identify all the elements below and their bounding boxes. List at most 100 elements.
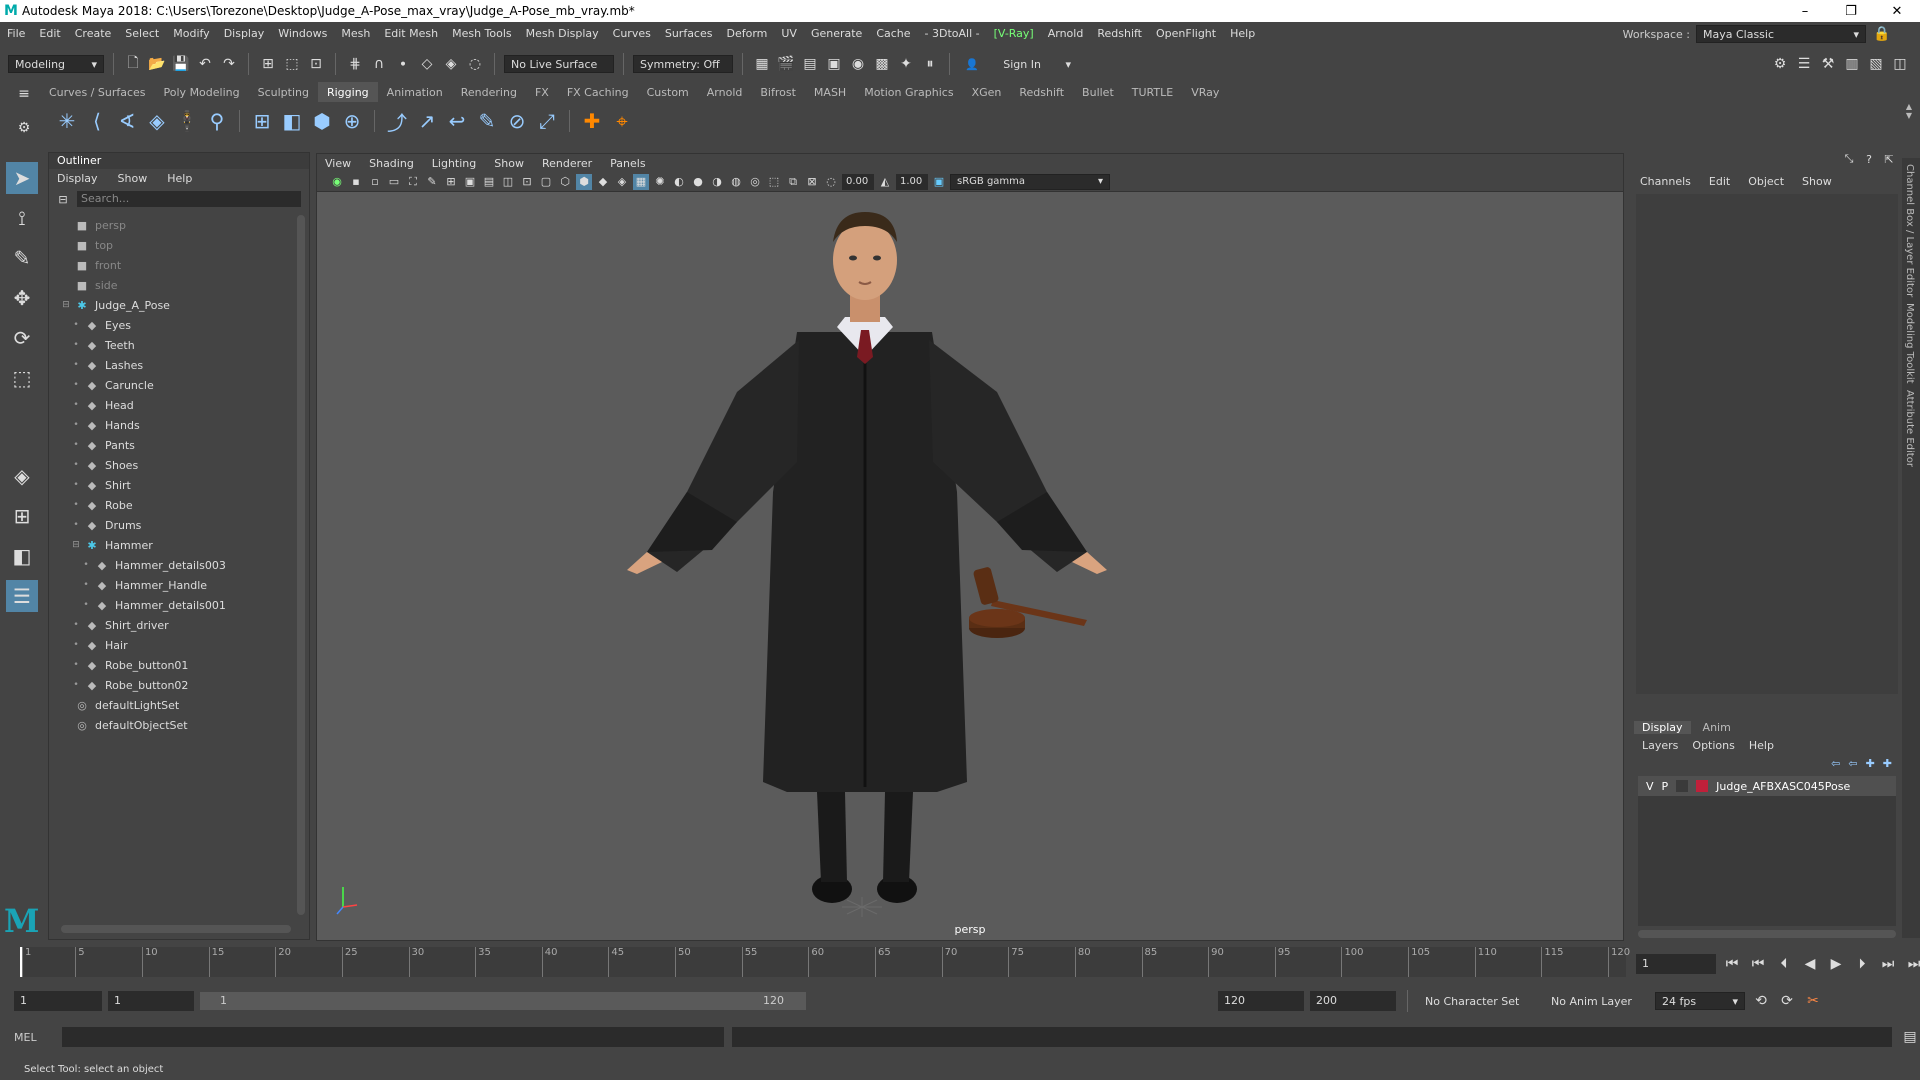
curve-tool-icon[interactable]: ↩: [444, 108, 470, 134]
expand-icon[interactable]: •: [71, 500, 81, 510]
layer-horizontal-scrollbar[interactable]: [1638, 930, 1896, 938]
ik-spline-icon[interactable]: ∢: [114, 108, 140, 134]
outliner-item-robe-button01[interactable]: • ◆ Robe_button01: [49, 655, 294, 675]
motion-blur-icon[interactable]: ◑: [709, 174, 725, 190]
isolate-select-icon[interactable]: ⬚: [766, 174, 782, 190]
menu-edit-mesh[interactable]: Edit Mesh: [377, 27, 445, 40]
undo-icon[interactable]: ↶: [195, 54, 215, 74]
tab-bifrost[interactable]: Bifrost: [751, 86, 805, 99]
step-forward-key-icon[interactable]: ⏭: [1878, 954, 1898, 974]
outliner-item-robe-button02[interactable]: • ◆ Robe_button02: [49, 675, 294, 695]
select-component-icon[interactable]: ⊡: [306, 54, 326, 74]
snap-surface-icon[interactable]: ◈: [441, 54, 461, 74]
field-chart-icon[interactable]: ⊡: [519, 174, 535, 190]
close-icon[interactable]: ✕: [1874, 0, 1920, 22]
tab-arnold[interactable]: Arnold: [698, 86, 752, 99]
viewport-menu-shading[interactable]: Shading: [369, 157, 414, 170]
anti-aliasing-icon[interactable]: ◍: [728, 174, 744, 190]
go-to-start-icon[interactable]: ⏮: [1722, 954, 1742, 974]
expand-icon[interactable]: •: [71, 640, 81, 650]
outliner-vertical-scrollbar[interactable]: [297, 215, 305, 915]
grease-pencil-icon[interactable]: ✎: [424, 174, 440, 190]
film-gate-icon[interactable]: ▣: [462, 174, 478, 190]
tab-turtle[interactable]: TURTLE: [1123, 86, 1182, 99]
menu-v-ray[interactable]: [V-Ray]: [987, 27, 1041, 40]
gate-mask-icon[interactable]: ◫: [500, 174, 516, 190]
viewport-panel[interactable]: View Shading Lighting Show Renderer Panels ◉ …: [316, 153, 1624, 941]
animation-prefs-icon[interactable]: ✂: [1803, 991, 1823, 1011]
xray-joints-icon[interactable]: ⊠: [804, 174, 820, 190]
gamma-icon[interactable]: ◭: [877, 174, 893, 190]
wireframe-on-shaded-icon[interactable]: ◈: [614, 174, 630, 190]
humanik-icon[interactable]: 🕴: [174, 108, 200, 134]
outliner-item-judge-a-pose[interactable]: ⊟ ✱ Judge_A_Pose: [49, 295, 294, 315]
outliner-item-eyes[interactable]: • ◆ Eyes: [49, 315, 294, 335]
menu-arnold[interactable]: Arnold: [1041, 27, 1091, 40]
tab-curves-surfaces[interactable]: Curves / Surfaces: [40, 86, 155, 99]
outliner-menu-help[interactable]: Help: [167, 172, 192, 185]
menu-select[interactable]: Select: [118, 27, 166, 40]
viewport-menu-lighting[interactable]: Lighting: [432, 157, 476, 170]
outliner-item-teeth[interactable]: • ◆ Teeth: [49, 335, 294, 355]
select-tool-icon[interactable]: ➤: [6, 162, 38, 194]
exposure-icon[interactable]: ◌: [823, 174, 839, 190]
outliner-item-front[interactable]: ■ front: [49, 255, 294, 275]
ipr-render-icon[interactable]: ▤: [800, 54, 820, 74]
safe-action-icon[interactable]: ▢: [538, 174, 554, 190]
four-view-icon[interactable]: ⊞: [6, 500, 38, 532]
attribute-editor-icon[interactable]: ☰: [1794, 54, 1814, 74]
expand-icon[interactable]: •: [71, 340, 81, 350]
lock-icon[interactable]: 🔒: [1872, 24, 1892, 44]
layers-icon[interactable]: ◫: [1890, 54, 1910, 74]
save-scene-icon[interactable]: 💾: [171, 54, 191, 74]
exposure-field[interactable]: 0.00: [842, 173, 874, 190]
menu-redshift[interactable]: Redshift: [1090, 27, 1149, 40]
range-slider-fill[interactable]: [200, 992, 806, 1010]
lattice-icon[interactable]: ◧: [279, 108, 305, 134]
current-frame-field[interactable]: 1: [1636, 954, 1716, 974]
menu-curves[interactable]: Curves: [606, 27, 658, 40]
expand-icon[interactable]: •: [71, 380, 81, 390]
menu-set-dropdown[interactable]: Modeling ▾: [8, 55, 104, 73]
menu-help[interactable]: Help: [1223, 27, 1262, 40]
tab-motion-graphics[interactable]: Motion Graphics: [855, 86, 962, 99]
layer-type-toggle[interactable]: [1676, 780, 1689, 792]
menu-surfaces[interactable]: Surfaces: [658, 27, 720, 40]
menu-3dtoall[interactable]: - 3DtoAll -: [918, 27, 987, 40]
menu-windows[interactable]: Windows: [271, 27, 334, 40]
expand-icon[interactable]: •: [81, 560, 91, 570]
scale-tool-icon[interactable]: ⬚: [6, 362, 38, 394]
camera-attributes-icon[interactable]: ▪: [348, 174, 364, 190]
animation-start-field[interactable]: 1: [14, 991, 102, 1011]
color-management-icon[interactable]: ▣: [931, 174, 947, 190]
layer-name[interactable]: Judge_AFBXASC045Pose: [1716, 780, 1850, 793]
lights-icon[interactable]: ✺: [652, 174, 668, 190]
outliner-menu-display[interactable]: Display: [57, 172, 98, 185]
outliner-item-robe[interactable]: • ◆ Robe: [49, 495, 294, 515]
expand-icon[interactable]: •: [81, 600, 91, 610]
skeleton-icon[interactable]: ⚲: [204, 108, 230, 134]
viewport-menu-view[interactable]: View: [325, 157, 351, 170]
lasso-tool-icon[interactable]: ⟟: [6, 202, 38, 234]
snap-point-icon[interactable]: ∙: [393, 54, 413, 74]
snap-curve-icon[interactable]: ∩: [369, 54, 389, 74]
side-tab-channel-box-layer-editor[interactable]: Channel Box / Layer Editor: [1904, 164, 1915, 297]
live-surface-field[interactable]: No Live Surface: [504, 55, 614, 73]
single-view-icon[interactable]: ◈: [6, 460, 38, 492]
tab-rigging[interactable]: Rigging: [317, 82, 378, 102]
outliner-item-pants[interactable]: • ◆ Pants: [49, 435, 294, 455]
outliner-toggle-icon[interactable]: ▧: [1866, 54, 1886, 74]
outliner-item-defaultobjectset[interactable]: ◎ defaultObjectSet: [49, 715, 294, 735]
render-frame-icon[interactable]: ▦: [752, 54, 772, 74]
float-icon[interactable]: ⇱: [1882, 152, 1896, 166]
layer-menu-layers[interactable]: Layers: [1642, 739, 1678, 752]
tab-rendering[interactable]: Rendering: [452, 86, 526, 99]
pause-icon[interactable]: ⏸: [920, 54, 940, 74]
side-tab-modeling-toolkit[interactable]: Modeling Toolkit: [1904, 303, 1915, 384]
expand-icon[interactable]: ⤡: [1842, 152, 1856, 166]
tab-anim[interactable]: Anim: [1695, 721, 1739, 734]
outliner-item-head[interactable]: • ◆ Head: [49, 395, 294, 415]
go-to-end-icon[interactable]: ⏭: [1904, 954, 1920, 974]
layout-icon[interactable]: ☰: [6, 580, 38, 612]
vray-icon[interactable]: ✦: [896, 54, 916, 74]
